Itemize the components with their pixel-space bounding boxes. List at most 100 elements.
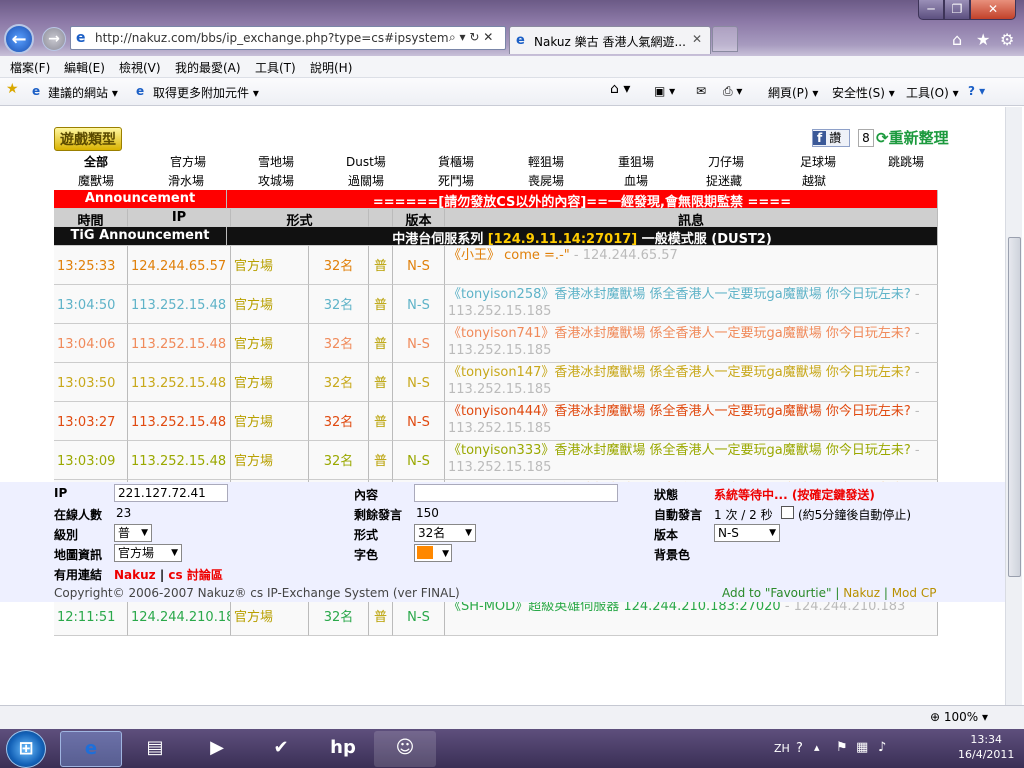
menu-file[interactable]: 檔案(F) [10,59,50,76]
explorer-taskbar-icon[interactable]: ▤ [124,731,186,767]
home-icon[interactable]: ⌂ ▾ [610,81,630,97]
category-link[interactable]: 捉迷藏 [706,172,742,189]
row-ip[interactable]: 113.252.15.48 [128,441,231,480]
checkmark-app-taskbar-icon[interactable]: ✔ [250,731,312,767]
back-button[interactable]: ← [4,24,34,54]
close-window-button[interactable]: ✕ [970,0,1016,20]
forward-button[interactable]: → [42,27,66,51]
ip-input[interactable]: 221.127.72.41 [114,484,228,502]
mode-select[interactable]: 32名 [414,524,476,542]
media-player-taskbar-icon[interactable]: ▶ [186,731,248,767]
row-ip[interactable]: 113.252.15.48 [128,402,231,441]
flag-icon[interactable]: ⚑ [836,740,848,755]
row-ip[interactable]: 113.252.15.48 [128,324,231,363]
version-label: 版本 [654,528,679,542]
get-addons-link[interactable]: 取得更多附加元件 ▾ [153,84,259,101]
row-time: 13:03:50 [54,363,128,402]
tab-close-icon[interactable]: ✕ [692,32,702,46]
address-bar[interactable]: e http://nakuz.com/bbs/ip_exchange.php?t… [70,26,506,50]
level-select[interactable]: 普 [114,524,152,542]
clock[interactable]: 13:34 16/4/2011 [958,732,1014,762]
favorites-star-icon[interactable]: ★ [6,81,19,97]
cs-forum-link[interactable]: cs 討論區 [168,568,222,582]
category-link[interactable]: 攻城場 [258,172,294,189]
font-color-select[interactable] [414,544,452,562]
new-tab-button[interactable] [712,26,738,52]
page-scrollbar[interactable] [1005,107,1022,705]
suggested-sites-link[interactable]: 建議的網站 ▾ [48,84,118,101]
message-text: 香港冰封魔獸場 係全香港人一定要玩ga魔獸場 你今日玩左未? [554,404,911,419]
add-favourite-link[interactable]: Add to "Favourtie" [722,586,832,600]
map-select[interactable]: 官方場 [114,544,182,562]
category-link[interactable]: 死鬥場 [438,172,474,189]
row-players: 32名 [309,363,369,402]
category-link[interactable]: 官方場 [170,153,206,170]
facebook-like-button[interactable]: f讚 [812,129,850,147]
category-link[interactable]: 重狙場 [618,153,654,170]
category-link[interactable]: Dust場 [346,153,386,170]
row-players: 32名 [309,441,369,480]
zoom-control[interactable]: ⊕ 100% ▾ [930,710,988,724]
url-text[interactable]: http://nakuz.com/bbs/ip_exchange.php?typ… [95,31,449,45]
footer-nakuz-link[interactable]: Nakuz [843,586,880,600]
mail-icon[interactable]: ✉ [696,84,706,98]
zoom-icon: ⊕ [930,710,941,724]
start-button[interactable]: ⊞ [6,730,46,768]
print-icon[interactable]: ⎙ ▾ [723,84,742,99]
scrollbar-thumb[interactable] [1008,237,1021,577]
browser-tab[interactable]: e Nakuz 樂古 香港人氣網遊... ✕ [509,26,711,54]
row-ip[interactable]: 113.252.15.48 [128,363,231,402]
category-link[interactable]: 雪地場 [258,153,294,170]
menu-help[interactable]: 說明(H) [310,59,352,76]
safety-menu[interactable]: 安全性(S) ▾ [832,84,895,101]
row-message: 《小王》 come =.-" - 124.244.65.57 [445,246,938,285]
tab-title: Nakuz 樂古 香港人氣網遊... [534,35,686,49]
volume-icon[interactable]: ♪ [878,740,886,755]
row-ip[interactable]: 113.252.15.48 [128,285,231,324]
category-link[interactable]: 血場 [624,172,648,189]
category-link[interactable]: 貨櫃場 [438,153,474,170]
category-link[interactable]: 足球場 [800,153,836,170]
ie-taskbar-icon[interactable]: e [60,731,122,767]
row-ip[interactable]: 124.244.65.57 [128,246,231,285]
category-link[interactable]: 刀仔場 [708,153,744,170]
content-input[interactable] [414,484,618,502]
web-page: 遊戲類型 f讚 8 ⟳重新整理 全部 官方場 雪地場 Dust場 貨櫃場 輕狙場 重狙場 刀仔… [0,107,1024,705]
category-link[interactable]: 跳跳場 [888,153,924,170]
settings-gear-icon[interactable]: ⚙ [1000,30,1014,49]
auto-post-checkbox[interactable] [781,506,794,519]
page-menu[interactable]: 網頁(P) ▾ [768,84,818,101]
help-tray-icon[interactable]: ? [796,741,803,756]
category-link[interactable]: 全部 [84,153,108,170]
messenger-taskbar-icon[interactable]: ☺ [374,731,436,767]
help-icon[interactable]: ? ▾ [968,84,985,98]
minimize-button[interactable]: ─ [918,0,944,20]
language-indicator[interactable]: ZH [774,742,790,755]
category-link[interactable]: 魔獸場 [78,172,114,189]
category-link[interactable]: 越獄 [802,172,826,189]
menu-tools[interactable]: 工具(T) [255,59,296,76]
maximize-button[interactable]: ❐ [944,0,970,20]
menu-view[interactable]: 檢視(V) [119,59,161,76]
address-controls[interactable]: ⌕ ▾ ↻ ✕ [449,30,493,45]
category-link[interactable]: 過關場 [348,172,384,189]
hp-taskbar-icon[interactable]: hp [312,731,374,767]
mod-cp-link[interactable]: Mod CP [892,586,937,600]
category-link[interactable]: 滑水場 [168,172,204,189]
version-select[interactable]: N-S [714,524,780,542]
category-link[interactable]: 喪屍場 [528,172,564,189]
row-ip[interactable]: 124.244.210.18 [128,597,231,636]
home-icon[interactable]: ⌂ [952,30,962,49]
category-link[interactable]: 輕狙場 [528,153,564,170]
tig-text-ip: [124.9.11.14:27017] [487,232,638,246]
refresh-button[interactable]: ⟳重新整理 [876,127,949,148]
feeds-icon[interactable]: ▣ ▾ [654,84,675,98]
network-icon[interactable]: ▦ [856,740,868,755]
menu-favorites[interactable]: 我的最愛(A) [175,59,241,76]
favorites-star-icon[interactable]: ★ [976,30,990,49]
nakuz-link[interactable]: Nakuz [114,568,156,582]
menu-edit[interactable]: 編輯(E) [64,59,105,76]
tools-menu[interactable]: 工具(O) ▾ [906,84,959,101]
tray-overflow-icon[interactable]: ▴ [814,741,820,754]
row-players: 32名 [309,246,369,285]
